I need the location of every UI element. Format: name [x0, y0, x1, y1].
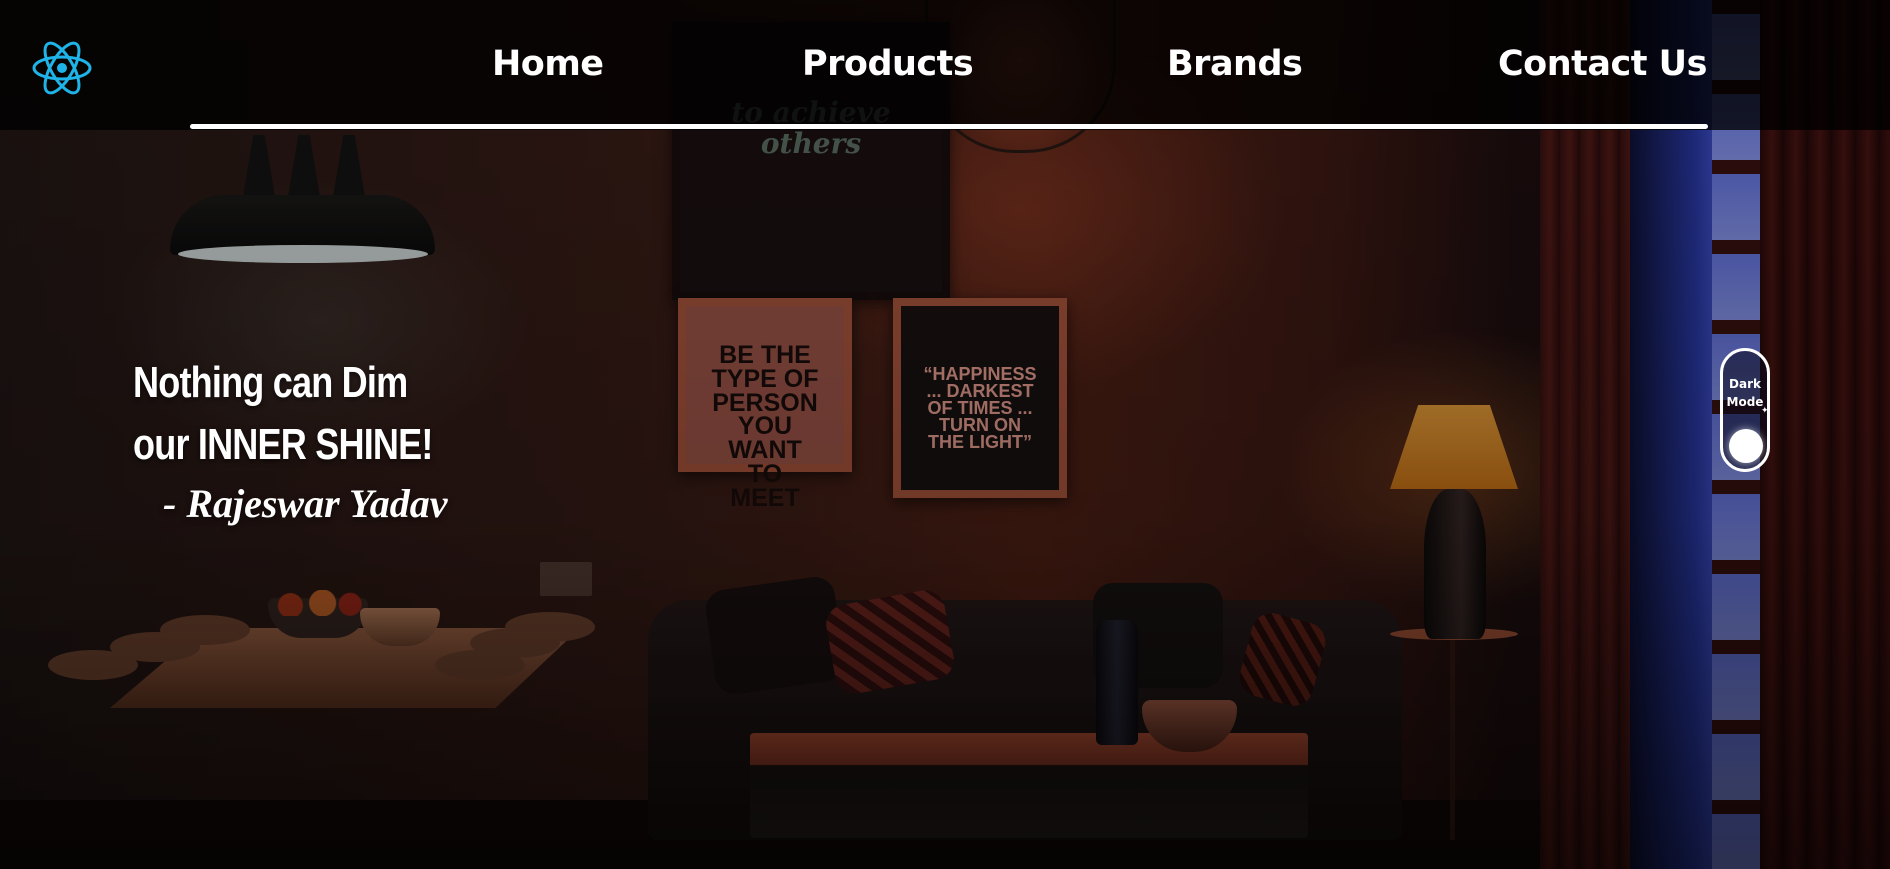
quote-line-1: Nothing can Dim: [133, 358, 408, 407]
chair: [470, 628, 560, 658]
dining-table: [110, 628, 580, 708]
right-poster-text: “HAPPINESS ... DARKEST OF TIMES ... TURN…: [923, 364, 1037, 453]
nav-link-products[interactable]: Products: [802, 44, 974, 84]
nav-link-contact-us[interactable]: Contact Us: [1498, 44, 1707, 84]
chair: [160, 615, 250, 645]
side-table-leg: [1450, 640, 1455, 840]
cushion: [1093, 583, 1223, 688]
lamp-shade: [1390, 405, 1518, 489]
fruits: [272, 590, 364, 616]
navbar: Home Products Brands Contact Us: [0, 0, 1890, 130]
sofa: [648, 600, 1402, 840]
dark-mode-toggle[interactable]: Dark Mode ✦: [1720, 348, 1770, 472]
cushion: [1235, 608, 1330, 711]
quote-author: - Rajeswar Yadav: [163, 481, 448, 526]
quote-line-2: our INNER SHINE!: [133, 420, 433, 469]
floor: [0, 800, 1890, 869]
react-atom-icon[interactable]: [32, 38, 92, 98]
left-poster-text: BE THE TYPE OF PERSON YOU WANT TO MEET: [711, 341, 819, 512]
coffee-table: [750, 733, 1308, 838]
chair: [110, 632, 200, 662]
pendant-cone: [330, 135, 368, 215]
right-wall-poster: “HAPPINESS ... DARKEST OF TIMES ... TURN…: [893, 298, 1067, 498]
nav-link-home[interactable]: Home: [492, 44, 604, 84]
pendant-cone: [240, 135, 278, 215]
bowl: [1142, 700, 1237, 752]
chair: [48, 650, 138, 680]
wooden-bowl: [360, 608, 440, 646]
vase: [1096, 620, 1138, 745]
nav-link-brands[interactable]: Brands: [1167, 44, 1303, 84]
left-wall-poster: BE THE TYPE OF PERSON YOU WANT TO MEET: [678, 298, 852, 510]
pendant-glow: [178, 245, 428, 263]
chair: [435, 650, 525, 680]
hero-quote: Nothing can Dim our INNER SHINE! - Rajes…: [133, 352, 498, 532]
chair: [505, 612, 595, 642]
pendant-shade: [170, 195, 435, 255]
nav-underline: [190, 124, 1708, 129]
pendant-lamp: [170, 115, 435, 270]
curtain-left: [1540, 0, 1630, 869]
wall-switch: [540, 562, 592, 596]
table-lamp: [1390, 405, 1518, 639]
fruit-bowl: [268, 598, 368, 638]
toggle-knob[interactable]: [1729, 429, 1763, 463]
pendant-cone: [285, 135, 323, 215]
cushion: [823, 587, 957, 697]
curtain-right: [1760, 0, 1890, 869]
sparkle-icon: ✦: [1761, 405, 1769, 415]
side-table: [1390, 628, 1518, 640]
cushion: [703, 574, 847, 697]
lamp-base: [1424, 489, 1486, 639]
landing-page: to achieve others BE THE TYPE OF PERSON …: [0, 0, 1890, 869]
